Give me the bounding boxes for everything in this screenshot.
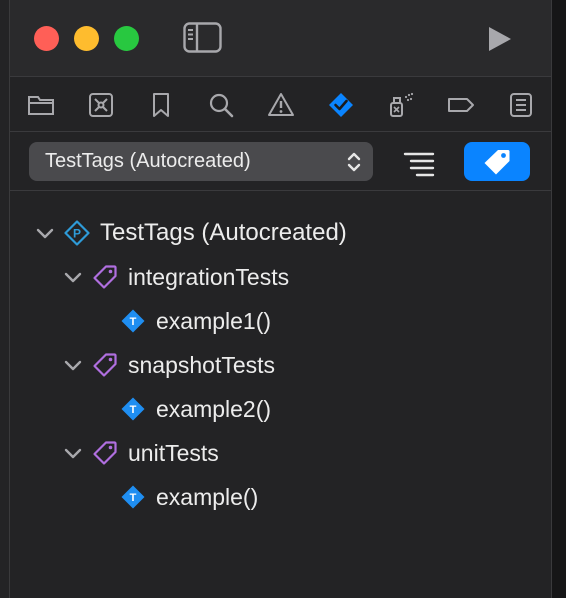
tree-label: TestTags (Autocreated) (100, 219, 347, 246)
tree-label: unitTests (128, 439, 219, 466)
tree-row-test[interactable]: T example() (120, 477, 258, 517)
background-left (0, 0, 9, 598)
sidebar-toggle-icon (183, 22, 222, 53)
test-case-icon: T (121, 485, 145, 509)
chevron-down-icon[interactable] (62, 354, 84, 376)
list-view-button[interactable] (403, 149, 439, 177)
tab-breakpoint-navigator[interactable] (447, 91, 475, 119)
minimize-button[interactable] (74, 26, 99, 51)
list-icon (403, 152, 435, 177)
tab-report-navigator[interactable] (507, 91, 535, 119)
tree-row-test[interactable]: T example1() (120, 301, 271, 341)
folder-icon (28, 96, 54, 115)
background-right (552, 0, 566, 598)
tab-find-navigator[interactable] (207, 91, 235, 119)
tab-project-navigator[interactable] (27, 91, 55, 119)
tab-issue-navigator[interactable] (267, 91, 295, 119)
navigator-tab-bar (10, 78, 551, 132)
search-icon (209, 93, 234, 118)
breakpoint-icon (448, 98, 474, 112)
tab-debug-navigator[interactable] (387, 91, 415, 119)
test-navigator-icon (329, 93, 353, 117)
bookmark-icon (153, 93, 169, 117)
scheme-label: TestTags (Autocreated) (45, 150, 251, 172)
run-button[interactable] (484, 24, 514, 54)
warning-icon (268, 93, 294, 116)
sidebar-toggle-button[interactable] (183, 22, 222, 53)
chevron-down-icon[interactable] (34, 222, 56, 244)
svg-text:P: P (73, 227, 81, 241)
zoom-button[interactable] (114, 26, 139, 51)
test-case-icon: T (121, 309, 145, 333)
tab-bookmark-navigator[interactable] (147, 91, 175, 119)
title-bar (10, 0, 551, 77)
filter-row: TestTags (Autocreated) (10, 133, 551, 191)
tree-row-tag[interactable]: integrationTests (62, 257, 289, 297)
tag-view-button[interactable] (464, 142, 530, 181)
tree-label: integrationTests (128, 263, 290, 290)
tag-icon (93, 265, 117, 289)
test-plan-icon: P (64, 220, 90, 246)
tab-test-navigator[interactable] (327, 91, 355, 119)
test-case-icon: T (121, 397, 145, 421)
tree-label: snapshotTests (128, 351, 276, 378)
chevron-down-icon[interactable] (62, 442, 84, 464)
svg-text:T: T (130, 404, 137, 416)
source-control-icon (89, 93, 113, 117)
xcode-window: TestTags (Autocreated) P TestTags (Autoc… (9, 0, 552, 598)
tag-icon (93, 441, 117, 465)
tag-icon (93, 353, 117, 377)
close-button[interactable] (34, 26, 59, 51)
tree-row-tag[interactable]: unitTests (62, 433, 219, 473)
tree-label: example1() (156, 307, 272, 334)
tree-row-tag[interactable]: snapshotTests (62, 345, 275, 385)
tag-icon (484, 150, 510, 175)
report-icon (510, 93, 532, 117)
debug-spray-icon (390, 92, 414, 117)
tree-label: example2() (156, 395, 272, 422)
tree-label: example() (156, 483, 259, 510)
scheme-popup-button[interactable]: TestTags (Autocreated) (29, 142, 373, 181)
svg-text:T: T (130, 492, 137, 504)
tree-row-root[interactable]: P TestTags (Autocreated) (34, 213, 347, 253)
svg-text:T: T (130, 316, 137, 328)
chevron-down-icon[interactable] (62, 266, 84, 288)
tab-source-control-navigator[interactable] (87, 91, 115, 119)
play-icon (489, 27, 511, 51)
tree-row-test[interactable]: T example2() (120, 389, 271, 429)
up-down-chevron-icon (347, 152, 361, 172)
